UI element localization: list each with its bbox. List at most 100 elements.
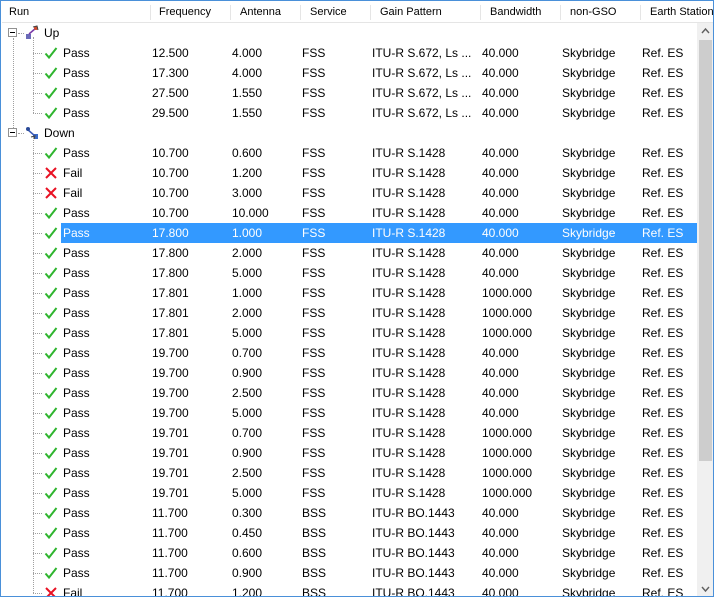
- vertical-scrollbar[interactable]: [697, 23, 713, 596]
- cell-non-gso: Skybridge: [562, 146, 616, 160]
- cell-antenna: 5.000: [232, 326, 263, 340]
- column-resize-handle[interactable]: [560, 5, 561, 20]
- table-row[interactable]: Pass 19.701 5.000 FSS ITU-R S.1428 1000.000 Sk…: [2, 483, 697, 503]
- cell-earth-station: Ref. ES: [642, 286, 684, 300]
- cell-non-gso: Skybridge: [562, 426, 616, 440]
- cell-service: BSS: [302, 506, 327, 520]
- cell-earth-station: Ref. ES: [642, 546, 684, 560]
- cell-frequency: 17.801: [152, 286, 189, 300]
- table-row[interactable]: Pass 17.800 1.000 FSS ITU-R S.1428 40.000 Skyb…: [2, 223, 697, 243]
- column-resize-handle[interactable]: [300, 5, 301, 20]
- table-row[interactable]: Fail 11.700 1.200 BSS ITU-R BO.1443 40.000 Sky…: [2, 583, 697, 597]
- cell-gain-pattern: ITU-R S.1428: [372, 166, 446, 180]
- column-header-bandwidth[interactable]: Bandwidth: [490, 2, 541, 23]
- cell-frequency: 12.500: [152, 46, 189, 60]
- check-mark-icon: [43, 545, 59, 561]
- table-row[interactable]: Pass 17.801 1.000 FSS ITU-R S.1428 1000.000 Sk…: [2, 283, 697, 303]
- table-row[interactable]: Pass 19.701 2.500 FSS ITU-R S.1428 1000.000 Sk…: [2, 463, 697, 483]
- check-mark-icon: [43, 205, 59, 221]
- column-resize-handle[interactable]: [480, 5, 481, 20]
- cell-antenna: 0.450: [232, 526, 263, 540]
- tree-group-down[interactable]: Down: [2, 123, 697, 143]
- collapse-minus-icon[interactable]: [8, 128, 17, 137]
- column-resize-handle[interactable]: [150, 5, 151, 20]
- table-row[interactable]: Pass 11.700 0.450 BSS ITU-R BO.1443 40.000 Sky…: [2, 523, 697, 543]
- table-row[interactable]: Pass 19.700 0.900 FSS ITU-R S.1428 40.000 Skyb…: [2, 363, 697, 383]
- check-mark-icon: [43, 445, 59, 461]
- cell-gain-pattern: ITU-R S.1428: [372, 306, 446, 320]
- cell-antenna: 1.000: [232, 286, 263, 300]
- table-row[interactable]: Pass 10.700 0.600 FSS ITU-R S.1428 40.000 Skyb…: [2, 143, 697, 163]
- check-mark-icon: [43, 145, 59, 161]
- cell-gain-pattern: ITU-R S.1428: [372, 186, 446, 200]
- collapse-minus-icon[interactable]: [8, 28, 17, 37]
- cell-status: Pass: [63, 66, 90, 80]
- cell-frequency: 17.800: [152, 266, 189, 280]
- cell-antenna: 0.300: [232, 506, 263, 520]
- cell-service: FSS: [302, 326, 326, 340]
- cell-frequency: 10.700: [152, 166, 189, 180]
- column-header-antenna[interactable]: Antenna: [240, 2, 281, 23]
- table-row[interactable]: Pass 19.700 5.000 FSS ITU-R S.1428 40.000 Skyb…: [2, 403, 697, 423]
- results-tree-list-view[interactable]: Run Frequency Antenna Service Gain Pattern Ba…: [0, 0, 714, 597]
- table-row[interactable]: Pass 11.700 0.900 BSS ITU-R BO.1443 40.000 Sky…: [2, 563, 697, 583]
- cell-gain-pattern: ITU-R S.1428: [372, 286, 446, 300]
- table-row[interactable]: Pass 19.700 2.500 FSS ITU-R S.1428 40.000 Skyb…: [2, 383, 697, 403]
- column-resize-handle[interactable]: [640, 5, 641, 20]
- cell-earth-station: Ref. ES: [642, 406, 684, 420]
- table-row[interactable]: Pass 11.700 0.300 BSS ITU-R BO.1443 40.000 Sky…: [2, 503, 697, 523]
- cell-non-gso: Skybridge: [562, 586, 616, 597]
- tree-body[interactable]: Up Pass 12.500 4.000 FSS ITU-R S.672, Ls ... 4…: [2, 23, 697, 597]
- cell-antenna: 0.600: [232, 146, 263, 160]
- cell-status: Pass: [63, 206, 90, 220]
- tree-connector-line: [33, 93, 42, 94]
- table-row[interactable]: Pass 10.700 10.000 FSS ITU-R S.1428 40.000 Sky…: [2, 203, 697, 223]
- scrollbar-thumb[interactable]: [699, 40, 712, 461]
- tree-group-up[interactable]: Up: [2, 23, 697, 43]
- table-row[interactable]: Pass 19.700 0.700 FSS ITU-R S.1428 40.000 Skyb…: [2, 343, 697, 363]
- table-row[interactable]: Pass 29.500 1.550 FSS ITU-R S.672, Ls ... 40.…: [2, 103, 697, 123]
- cell-earth-station: Ref. ES: [642, 166, 684, 180]
- table-row[interactable]: Pass 27.500 1.550 FSS ITU-R S.672, Ls ... 40.…: [2, 83, 697, 103]
- cell-non-gso: Skybridge: [562, 246, 616, 260]
- table-row[interactable]: Pass 19.701 0.700 FSS ITU-R S.1428 1000.000 Sk…: [2, 423, 697, 443]
- tree-connector-line: [33, 373, 42, 374]
- table-row[interactable]: Fail 10.700 1.200 FSS ITU-R S.1428 40.000 Skyb…: [2, 163, 697, 183]
- check-mark-icon: [43, 465, 59, 481]
- tree-connector-line: [33, 313, 42, 314]
- column-header-frequency[interactable]: Frequency: [159, 2, 211, 23]
- table-row[interactable]: Fail 10.700 3.000 FSS ITU-R S.1428 40.000 Skyb…: [2, 183, 697, 203]
- table-row[interactable]: Pass 17.300 4.000 FSS ITU-R S.672, Ls ... 40.…: [2, 63, 697, 83]
- table-row[interactable]: Pass 11.700 0.600 BSS ITU-R BO.1443 40.000 Sky…: [2, 543, 697, 563]
- column-header-run[interactable]: Run: [9, 2, 29, 23]
- cell-earth-station: Ref. ES: [642, 186, 684, 200]
- column-header-earth-station[interactable]: Earth Station: [650, 2, 713, 23]
- scroll-up-arrow-icon[interactable]: [697, 23, 713, 40]
- column-resize-handle[interactable]: [370, 5, 371, 20]
- table-row[interactable]: Pass 12.500 4.000 FSS ITU-R S.672, Ls ... 40.…: [2, 43, 697, 63]
- cell-frequency: 19.700: [152, 386, 189, 400]
- column-header-gain-pattern[interactable]: Gain Pattern: [380, 2, 442, 23]
- table-row[interactable]: Pass 17.800 2.000 FSS ITU-R S.1428 40.000 Skyb…: [2, 243, 697, 263]
- cell-bandwidth: 40.000: [482, 506, 519, 520]
- cell-service: FSS: [302, 106, 326, 120]
- tree-connector-line: [33, 333, 42, 334]
- table-row[interactable]: Pass 17.801 5.000 FSS ITU-R S.1428 1000.000 Sk…: [2, 323, 697, 343]
- cell-gain-pattern: ITU-R S.1428: [372, 206, 446, 220]
- check-mark-icon: [43, 225, 59, 241]
- scroll-down-arrow-icon[interactable]: [697, 580, 713, 596]
- cell-status: Pass: [63, 526, 90, 540]
- column-header-non-gso[interactable]: non-GSO: [570, 2, 616, 23]
- cell-frequency: 17.801: [152, 306, 189, 320]
- table-row[interactable]: Pass 19.701 0.900 FSS ITU-R S.1428 1000.000 Sk…: [2, 443, 697, 463]
- cell-earth-station: Ref. ES: [642, 506, 684, 520]
- cell-bandwidth: 40.000: [482, 186, 519, 200]
- column-resize-handle[interactable]: [230, 5, 231, 20]
- column-header-service[interactable]: Service: [310, 2, 347, 23]
- cell-status: Pass: [63, 286, 90, 300]
- cell-bandwidth: 1000.000: [482, 306, 533, 320]
- table-row[interactable]: Pass 17.801 2.000 FSS ITU-R S.1428 1000.000 Sk…: [2, 303, 697, 323]
- tree-connector-line: [33, 453, 42, 454]
- cell-status: Pass: [63, 446, 90, 460]
- table-row[interactable]: Pass 17.800 5.000 FSS ITU-R S.1428 40.000 Skyb…: [2, 263, 697, 283]
